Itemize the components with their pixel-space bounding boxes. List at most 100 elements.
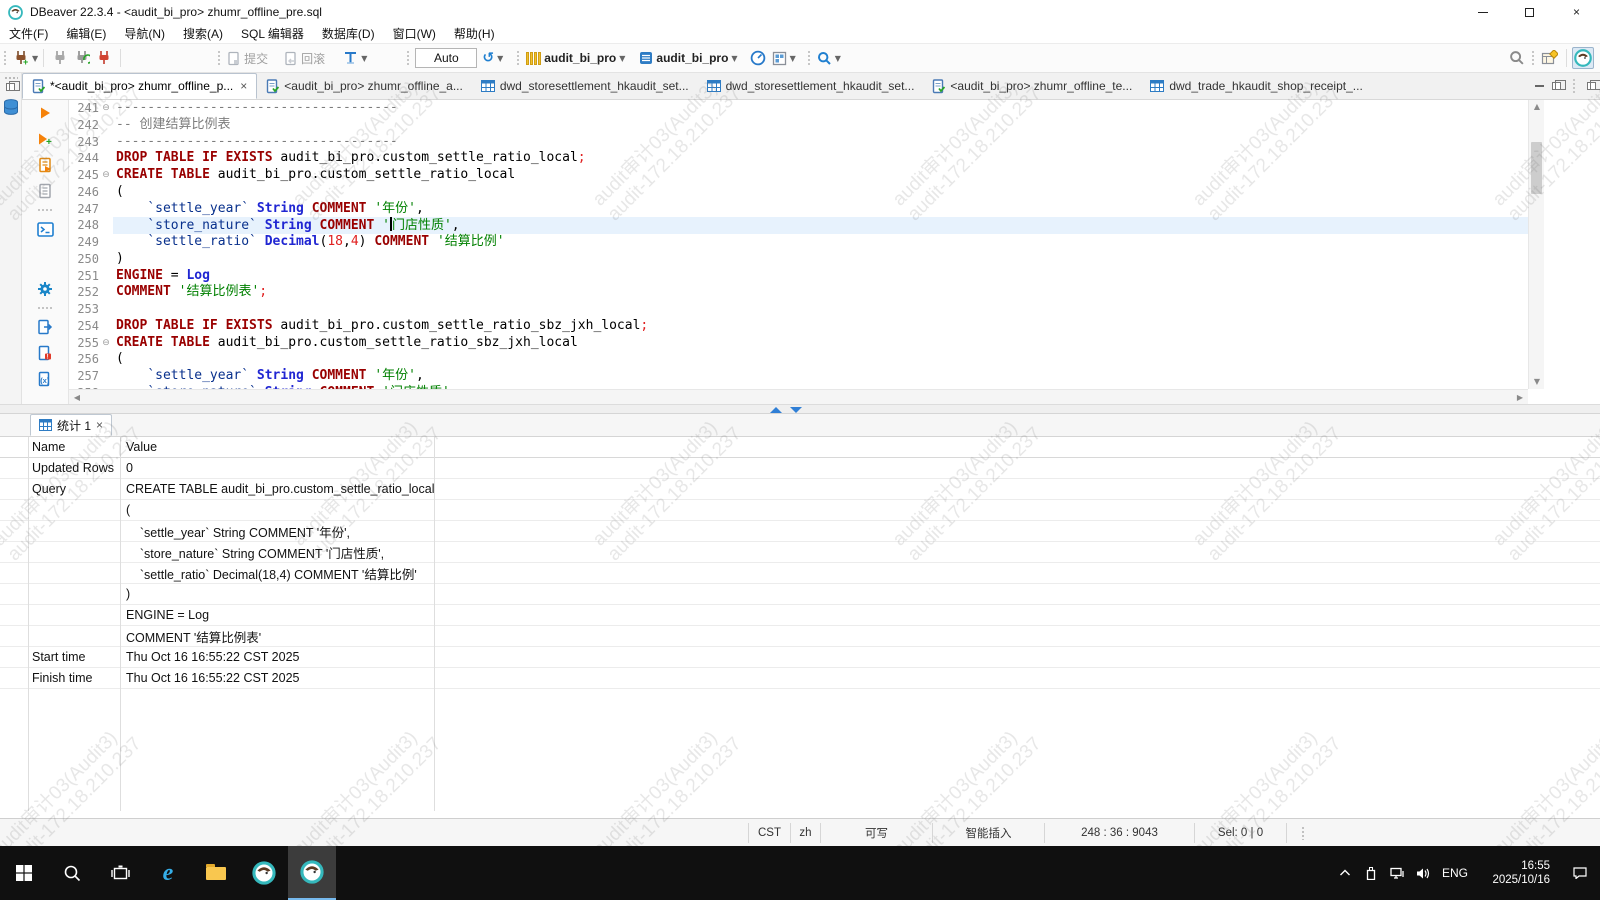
dbeaver-taskbar-button[interactable]	[240, 846, 288, 900]
rollback-button[interactable]: 回滚	[281, 48, 328, 69]
status-5[interactable]: Sel: 0 | 0	[1194, 822, 1286, 843]
explain-plan-button[interactable]	[22, 178, 68, 204]
status-0[interactable]: CST	[748, 822, 790, 843]
start-button[interactable]	[0, 846, 48, 900]
code-line-256[interactable]: 256 (	[69, 351, 1528, 368]
menu-item-1[interactable]: 编辑(E)	[57, 25, 115, 42]
network-tray-button[interactable]	[1384, 846, 1410, 900]
restore-editor-icon[interactable]	[1552, 80, 1566, 90]
code-line-257[interactable]: 257 `settle_year` String COMMENT '年份',	[69, 368, 1528, 385]
reconnect-button[interactable]	[71, 48, 93, 68]
maximize-panel-icon[interactable]	[770, 407, 782, 413]
grid-row-5[interactable]: `settle_ratio` Decimal(18,4) COMMENT '结算…	[0, 563, 1600, 584]
commit-mode-combo[interactable]: Auto	[415, 48, 478, 68]
grid-row-10[interactable]: Finish time Thu Oct 16 16:55:22 CST 2025	[0, 668, 1600, 689]
code-line-248[interactable]: 248 `store_nature` String COMMENT ' 门店性质'…	[69, 217, 1528, 234]
statistics-grid[interactable]: Name Value Updated Rows 0 Query CREATE TABLE …	[0, 437, 1600, 818]
menu-item-5[interactable]: 数据库(D)	[313, 25, 384, 42]
connect-dropdown-icon[interactable]: ▼	[32, 54, 38, 63]
editor-tab-2[interactable]: dwd_storesettlement_hkaudit_set...	[472, 73, 698, 99]
disconnect-button[interactable]	[49, 48, 71, 68]
grid-row-8[interactable]: COMMENT '结算比例表'	[0, 626, 1600, 647]
fold-collapse-icon[interactable]: ⊖	[99, 335, 113, 352]
menu-item-3[interactable]: 搜索(A)	[174, 25, 232, 42]
open-console-button[interactable]	[22, 216, 68, 242]
grid-row-7[interactable]: ENGINE = Log	[0, 605, 1600, 626]
export-result-button[interactable]	[22, 314, 68, 340]
sql-editor[interactable]: 241 ⊖ ------------------------------------…	[69, 100, 1528, 389]
task-view-button[interactable]	[96, 846, 144, 900]
file-explorer-button[interactable]	[192, 846, 240, 900]
status-3[interactable]: 智能插入	[932, 822, 1044, 843]
code-line-241[interactable]: 241 ⊖ ------------------------------------	[69, 100, 1528, 117]
task-button[interactable]	[769, 49, 790, 68]
fold-collapse-icon[interactable]: ⊖	[99, 100, 113, 117]
code-line-246[interactable]: 246 (	[69, 184, 1528, 201]
transaction-dropdown-icon[interactable]: ▼	[361, 54, 367, 63]
code-line-247[interactable]: 247 `settle_year` String COMMENT '年份',	[69, 201, 1528, 218]
grid-row-9[interactable]: Start time Thu Oct 16 16:55:22 CST 2025	[0, 647, 1600, 668]
code-line-250[interactable]: 250)	[69, 251, 1528, 268]
close-button[interactable]: ×	[1553, 0, 1600, 24]
code-line-244[interactable]: 244 DROP TABLE IF EXISTS audit_bi_pro.cus…	[69, 150, 1528, 167]
search-dropdown-icon[interactable]: ▼	[835, 54, 841, 63]
vertical-scroll-thumb[interactable]	[1531, 142, 1542, 194]
disconnect-all-button[interactable]	[93, 48, 115, 68]
task-dropdown-icon[interactable]: ▼	[790, 54, 796, 63]
statistics-tab-close-icon[interactable]: ×	[96, 418, 103, 432]
scroll-down-icon[interactable]: ▼	[1529, 375, 1545, 389]
restore-panel-icon[interactable]	[6, 81, 20, 91]
code-line-252[interactable]: 252 COMMENT '结算比例表';	[69, 284, 1528, 301]
status-1[interactable]: zh	[790, 822, 820, 843]
minimized-view-icon[interactable]	[1587, 80, 1600, 90]
connect-button[interactable]: +	[10, 48, 32, 68]
fold-collapse-icon[interactable]: ⊖	[99, 167, 113, 184]
code-line-253[interactable]: 253	[69, 301, 1528, 318]
tab-close-icon[interactable]: ×	[240, 79, 247, 93]
editor-vertical-scrollbar[interactable]: ▲ ▼	[1528, 100, 1544, 389]
maximize-button[interactable]	[1506, 0, 1553, 24]
dbeaver-perspective-button[interactable]	[1572, 47, 1594, 69]
editor-horizontal-scrollbar[interactable]: ◀ ▶	[69, 389, 1528, 404]
execute-statement-button[interactable]	[22, 100, 68, 126]
commit-button[interactable]: 提交	[224, 48, 271, 69]
query-history-button[interactable]: ↺	[479, 48, 497, 68]
global-search-button[interactable]	[1506, 48, 1528, 68]
internet-explorer-button[interactable]: e	[144, 846, 192, 900]
code-line-255[interactable]: 255 ⊖ CREATE TABLE audit_bi_pro.custom_set…	[69, 335, 1528, 352]
code-line-245[interactable]: 245 ⊖ CREATE TABLE audit_bi_pro.custom_set…	[69, 167, 1528, 184]
minimize-editor-icon[interactable]	[1535, 85, 1544, 87]
menu-item-7[interactable]: 帮助(H)	[445, 25, 504, 42]
grid-row-2[interactable]: (	[0, 500, 1600, 521]
database-selector[interactable]: audit_bi_pro ▼	[523, 49, 628, 67]
minimize-panel-icon[interactable]	[790, 407, 802, 413]
grid-row-6[interactable]: )	[0, 584, 1600, 605]
editor-tab-3[interactable]: dwd_storesettlement_hkaudit_set...	[698, 73, 924, 99]
grid-row-3[interactable]: `settle_year` String COMMENT '年份',	[0, 521, 1600, 542]
sql-search-button[interactable]	[814, 49, 835, 68]
taskbar-clock[interactable]: 16:55 2025/10/16	[1474, 859, 1560, 887]
editor-tab-0[interactable]: *<audit_bi_pro> zhumr_offline_p... ×	[22, 73, 258, 99]
code-line-243[interactable]: 243 ------------------------------------	[69, 134, 1528, 151]
execute-new-tab-button[interactable]: +	[22, 126, 68, 152]
save-report-button[interactable]: !	[22, 340, 68, 366]
language-indicator[interactable]: ENG	[1436, 866, 1474, 880]
grid-row-0[interactable]: Updated Rows 0	[0, 458, 1600, 479]
grid-row-1[interactable]: Query CREATE TABLE audit_bi_pro.custom_se…	[0, 479, 1600, 500]
status-2[interactable]: 可写	[820, 822, 932, 843]
taskbar-search-button[interactable]	[48, 846, 96, 900]
code-line-254[interactable]: 254 DROP TABLE IF EXISTS audit_bi_pro.cus…	[69, 318, 1528, 335]
transaction-log-button[interactable]	[340, 49, 361, 68]
usb-tray-button[interactable]	[1358, 846, 1384, 900]
status-4[interactable]: 248 : 36 : 9043	[1044, 822, 1194, 843]
execute-script-button[interactable]	[22, 152, 68, 178]
scroll-left-icon[interactable]: ◀	[69, 390, 85, 405]
grid-row-4[interactable]: `store_nature` String COMMENT '门店性质',	[0, 542, 1600, 563]
minimize-button[interactable]	[1459, 0, 1506, 24]
volume-tray-button[interactable]	[1410, 846, 1436, 900]
scroll-up-icon[interactable]: ▲	[1529, 100, 1545, 114]
scroll-right-icon[interactable]: ▶	[1512, 390, 1528, 405]
editor-tab-5[interactable]: dwd_trade_hkaudit_shop_receipt_...	[1141, 73, 1371, 99]
action-center-button[interactable]	[1560, 846, 1600, 900]
dbeaver-taskbar-button-active[interactable]	[288, 846, 336, 900]
